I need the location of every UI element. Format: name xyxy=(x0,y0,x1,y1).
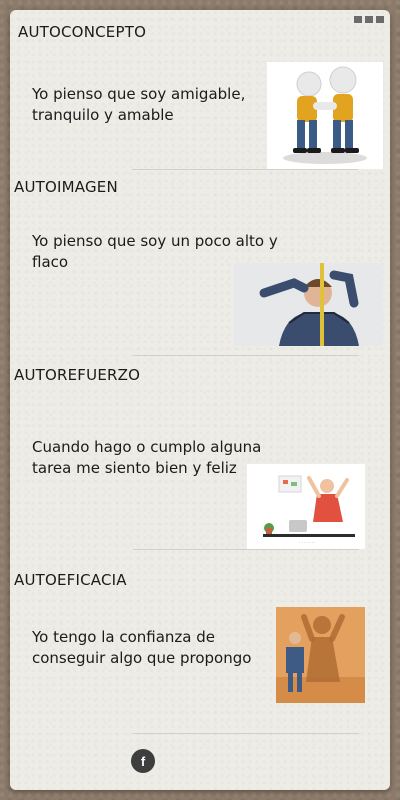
happy-worker-illustration: · · · · · · · xyxy=(247,464,365,549)
height-measure-photo xyxy=(234,263,383,346)
section-title-autoeficacia: AUTOEFICACIA xyxy=(14,571,127,589)
divider xyxy=(133,355,359,356)
hero-shadow-illustration xyxy=(276,607,365,703)
post-card: AUTOCONCEPTO Yo pienso que soy amigable,… xyxy=(10,10,390,790)
section-title-autorefuerzo: AUTOREFUERZO xyxy=(14,366,141,384)
facebook-icon[interactable]: f xyxy=(131,749,155,773)
divider xyxy=(132,169,358,170)
handshake-illustration xyxy=(267,62,383,169)
section-title-autoconcepto: AUTOCONCEPTO xyxy=(18,23,147,41)
divider xyxy=(133,733,359,734)
section-text-autoeficacia: Yo tengo la confianza de conseguir algo … xyxy=(32,628,252,667)
section-text-autorefuerzo: Cuando hago o cumplo alguna tarea me sie… xyxy=(32,438,262,477)
section-title-autoimagen: AUTOIMAGEN xyxy=(14,178,118,196)
svg-text:· · · · · · ·: · · · · · · · xyxy=(299,540,316,545)
divider xyxy=(133,549,359,550)
section-text-autoconcepto: Yo pienso que soy amigable, tranquilo y … xyxy=(32,85,246,124)
menu-dots-icon[interactable] xyxy=(354,16,384,23)
